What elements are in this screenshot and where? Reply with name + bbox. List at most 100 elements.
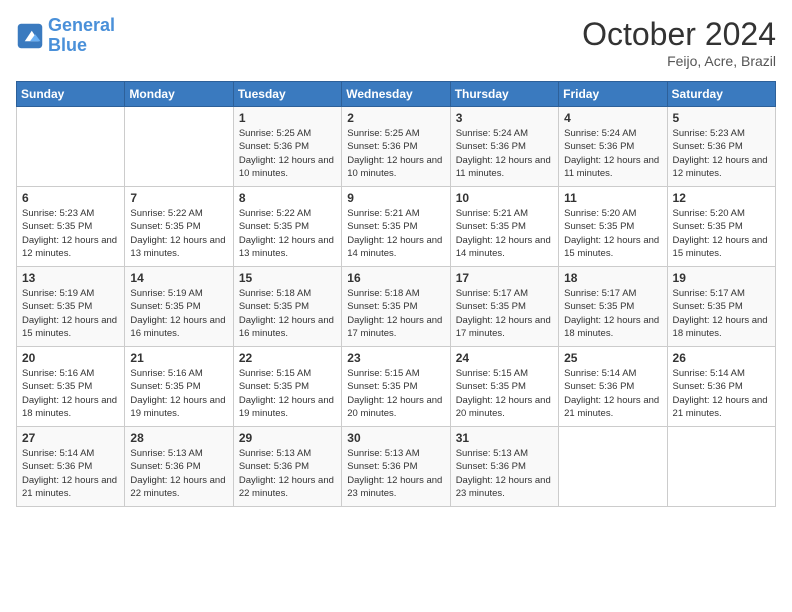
calendar-cell: 1 Sunrise: 5:25 AMSunset: 5:36 PMDaylight… (233, 107, 341, 187)
logo-line2: Blue (48, 35, 87, 55)
page-header: General Blue October 2024 Feijo, Acre, B… (16, 16, 776, 69)
day-number: 20 (22, 351, 119, 365)
day-number: 8 (239, 191, 336, 205)
calendar-cell: 5 Sunrise: 5:23 AMSunset: 5:36 PMDaylight… (667, 107, 775, 187)
day-number: 30 (347, 431, 444, 445)
day-number: 9 (347, 191, 444, 205)
calendar-cell: 3 Sunrise: 5:24 AMSunset: 5:36 PMDaylight… (450, 107, 558, 187)
calendar-cell: 9 Sunrise: 5:21 AMSunset: 5:35 PMDaylight… (342, 187, 450, 267)
day-info: Sunrise: 5:18 AMSunset: 5:35 PMDaylight:… (239, 287, 336, 340)
day-number: 27 (22, 431, 119, 445)
month-title: October 2024 (582, 16, 776, 53)
calendar-cell (559, 427, 667, 507)
day-info: Sunrise: 5:15 AMSunset: 5:35 PMDaylight:… (456, 367, 553, 420)
calendar-cell: 22Sunrise: 5:15 AMSunset: 5:35 PMDayligh… (233, 347, 341, 427)
day-number: 3 (456, 111, 553, 125)
day-number: 31 (456, 431, 553, 445)
day-info: Sunrise: 5:17 AMSunset: 5:35 PMDaylight:… (673, 287, 770, 340)
day-info: Sunrise: 5:17 AMSunset: 5:35 PMDaylight:… (564, 287, 661, 340)
day-info: Sunrise: 5:23 AMSunset: 5:35 PMDaylight:… (22, 207, 119, 260)
calendar-cell: 17Sunrise: 5:17 AMSunset: 5:35 PMDayligh… (450, 267, 558, 347)
day-info: Sunrise: 5:25 AMSunset: 5:36 PMDaylight:… (347, 127, 444, 180)
calendar-body: 1 Sunrise: 5:25 AMSunset: 5:36 PMDaylight… (17, 107, 776, 507)
day-info: Sunrise: 5:23 AMSunset: 5:36 PMDaylight:… (673, 127, 770, 180)
calendar-cell: 12 Sunrise: 5:20 AMSunset: 5:35 PMDayligh… (667, 187, 775, 267)
calendar-table: Sunday Monday Tuesday Wednesday Thursday… (16, 81, 776, 507)
header-saturday: Saturday (667, 82, 775, 107)
day-number: 17 (456, 271, 553, 285)
calendar-week-3: 13 Sunrise: 5:19 AMSunset: 5:35 PMDayligh… (17, 267, 776, 347)
day-info: Sunrise: 5:19 AMSunset: 5:35 PMDaylight:… (130, 287, 227, 340)
calendar-cell: 10 Sunrise: 5:21 AMSunset: 5:35 PMDayligh… (450, 187, 558, 267)
day-info: Sunrise: 5:22 AMSunset: 5:35 PMDaylight:… (239, 207, 336, 260)
day-info: Sunrise: 5:14 AMSunset: 5:36 PMDaylight:… (673, 367, 770, 420)
day-info: Sunrise: 5:21 AMSunset: 5:35 PMDaylight:… (456, 207, 553, 260)
day-info: Sunrise: 5:24 AMSunset: 5:36 PMDaylight:… (456, 127, 553, 180)
calendar-cell: 31 Sunrise: 5:13 AMSunset: 5:36 PMDayligh… (450, 427, 558, 507)
day-info: Sunrise: 5:13 AMSunset: 5:36 PMDaylight:… (456, 447, 553, 500)
day-number: 15 (239, 271, 336, 285)
day-info: Sunrise: 5:19 AMSunset: 5:35 PMDaylight:… (22, 287, 119, 340)
day-number: 21 (130, 351, 227, 365)
day-number: 23 (347, 351, 444, 365)
day-info: Sunrise: 5:18 AMSunset: 5:35 PMDaylight:… (347, 287, 444, 340)
day-number: 13 (22, 271, 119, 285)
day-number: 24 (456, 351, 553, 365)
day-number: 2 (347, 111, 444, 125)
day-info: Sunrise: 5:13 AMSunset: 5:36 PMDaylight:… (239, 447, 336, 500)
day-number: 1 (239, 111, 336, 125)
header-tuesday: Tuesday (233, 82, 341, 107)
calendar-cell: 23 Sunrise: 5:15 AMSunset: 5:35 PMDayligh… (342, 347, 450, 427)
calendar-cell: 28Sunrise: 5:13 AMSunset: 5:36 PMDayligh… (125, 427, 233, 507)
header-sunday: Sunday (17, 82, 125, 107)
calendar-cell: 14 Sunrise: 5:19 AMSunset: 5:35 PMDayligh… (125, 267, 233, 347)
calendar-cell: 21 Sunrise: 5:16 AMSunset: 5:35 PMDayligh… (125, 347, 233, 427)
calendar-cell: 26 Sunrise: 5:14 AMSunset: 5:36 PMDayligh… (667, 347, 775, 427)
day-number: 5 (673, 111, 770, 125)
day-number: 26 (673, 351, 770, 365)
calendar-cell: 25Sunrise: 5:14 AMSunset: 5:36 PMDayligh… (559, 347, 667, 427)
calendar-cell (17, 107, 125, 187)
calendar-cell: 6 Sunrise: 5:23 AMSunset: 5:35 PMDaylight… (17, 187, 125, 267)
day-info: Sunrise: 5:15 AMSunset: 5:35 PMDaylight:… (347, 367, 444, 420)
calendar-cell: 30 Sunrise: 5:13 AMSunset: 5:36 PMDayligh… (342, 427, 450, 507)
day-info: Sunrise: 5:13 AMSunset: 5:36 PMDaylight:… (347, 447, 444, 500)
day-number: 11 (564, 191, 661, 205)
header-monday: Monday (125, 82, 233, 107)
day-info: Sunrise: 5:14 AMSunset: 5:36 PMDaylight:… (564, 367, 661, 420)
day-number: 6 (22, 191, 119, 205)
calendar-cell (667, 427, 775, 507)
calendar-cell: 13 Sunrise: 5:19 AMSunset: 5:35 PMDayligh… (17, 267, 125, 347)
header-wednesday: Wednesday (342, 82, 450, 107)
day-number: 29 (239, 431, 336, 445)
day-info: Sunrise: 5:20 AMSunset: 5:35 PMDaylight:… (673, 207, 770, 260)
calendar-cell (125, 107, 233, 187)
logo-line1: General (48, 15, 115, 35)
calendar-cell: 29 Sunrise: 5:13 AMSunset: 5:36 PMDayligh… (233, 427, 341, 507)
title-block: October 2024 Feijo, Acre, Brazil (582, 16, 776, 69)
location-subtitle: Feijo, Acre, Brazil (582, 53, 776, 69)
calendar-week-5: 27Sunrise: 5:14 AMSunset: 5:36 PMDayligh… (17, 427, 776, 507)
calendar-cell: 27Sunrise: 5:14 AMSunset: 5:36 PMDayligh… (17, 427, 125, 507)
day-info: Sunrise: 5:25 AMSunset: 5:36 PMDaylight:… (239, 127, 336, 180)
calendar-cell: 4 Sunrise: 5:24 AMSunset: 5:36 PMDaylight… (559, 107, 667, 187)
day-info: Sunrise: 5:22 AMSunset: 5:35 PMDaylight:… (130, 207, 227, 260)
day-number: 12 (673, 191, 770, 205)
calendar-cell: 18Sunrise: 5:17 AMSunset: 5:35 PMDayligh… (559, 267, 667, 347)
calendar-cell: 2 Sunrise: 5:25 AMSunset: 5:36 PMDaylight… (342, 107, 450, 187)
calendar-cell: 20Sunrise: 5:16 AMSunset: 5:35 PMDayligh… (17, 347, 125, 427)
day-number: 4 (564, 111, 661, 125)
day-number: 19 (673, 271, 770, 285)
calendar-week-1: 1 Sunrise: 5:25 AMSunset: 5:36 PMDaylight… (17, 107, 776, 187)
day-number: 22 (239, 351, 336, 365)
calendar-cell: 11Sunrise: 5:20 AMSunset: 5:35 PMDayligh… (559, 187, 667, 267)
day-number: 14 (130, 271, 227, 285)
calendar-cell: 24 Sunrise: 5:15 AMSunset: 5:35 PMDayligh… (450, 347, 558, 427)
day-info: Sunrise: 5:16 AMSunset: 5:35 PMDaylight:… (130, 367, 227, 420)
day-info: Sunrise: 5:21 AMSunset: 5:35 PMDaylight:… (347, 207, 444, 260)
logo-icon (16, 22, 44, 50)
calendar-week-2: 6 Sunrise: 5:23 AMSunset: 5:35 PMDaylight… (17, 187, 776, 267)
day-info: Sunrise: 5:24 AMSunset: 5:36 PMDaylight:… (564, 127, 661, 180)
day-number: 10 (456, 191, 553, 205)
logo-text: General Blue (48, 16, 115, 56)
